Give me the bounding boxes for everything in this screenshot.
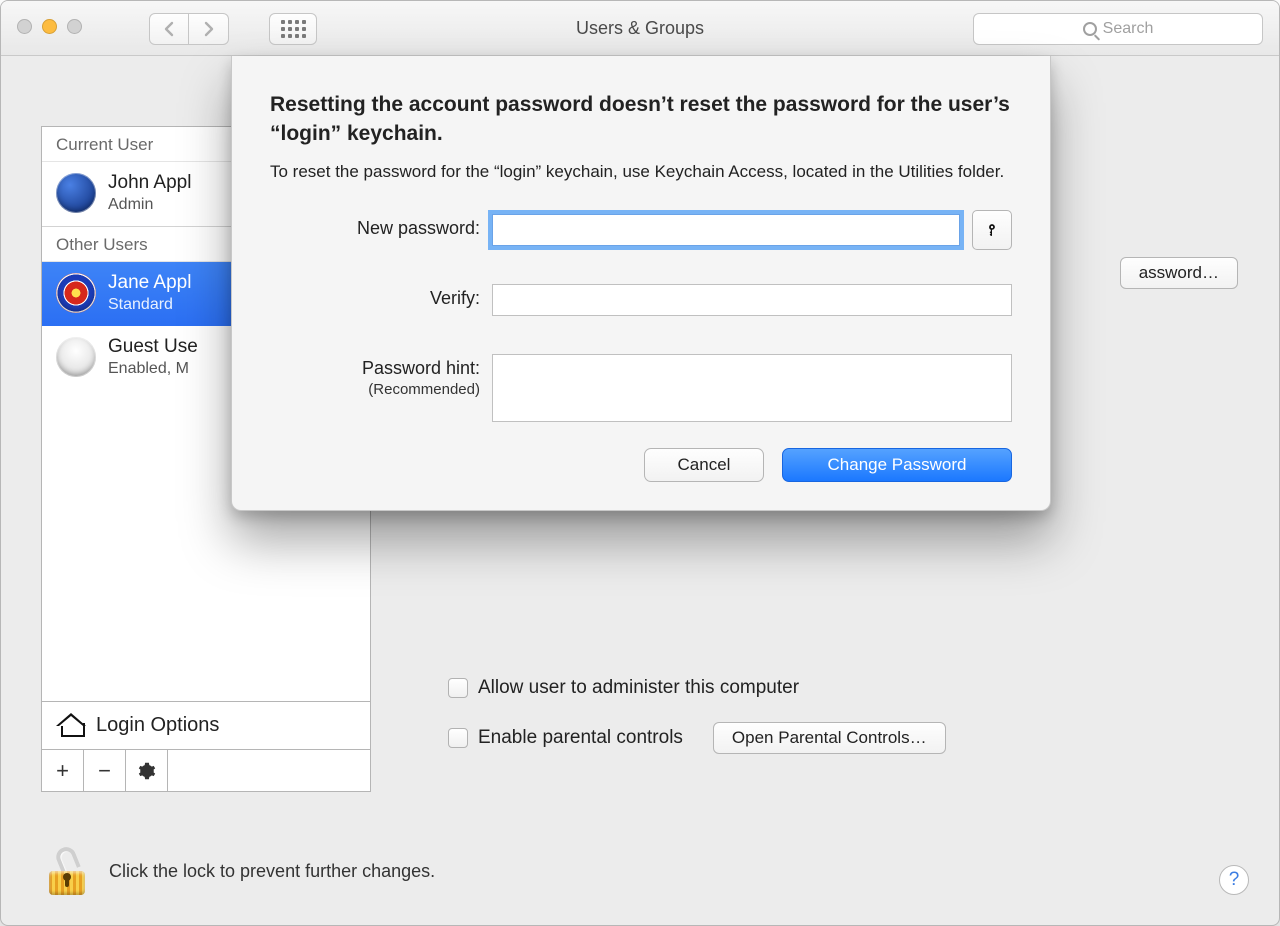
sheet-subtitle: To reset the password for the “login” ke…	[270, 159, 1012, 185]
admin-checkbox[interactable]	[448, 678, 468, 698]
remove-user-button[interactable]: −	[84, 750, 126, 791]
add-user-button[interactable]: +	[42, 750, 84, 791]
sidebar-item-name: Guest Use	[108, 336, 198, 359]
hint-input[interactable]	[492, 354, 1012, 422]
login-options-row[interactable]: Login Options	[42, 701, 370, 749]
sidebar-toolbar: + −	[42, 749, 370, 791]
avatar-target-icon	[56, 273, 96, 313]
new-password-input[interactable]	[492, 214, 960, 246]
hint-label-text: Password hint:	[362, 358, 480, 378]
avatar-guest-icon	[56, 337, 96, 377]
user-actions-button[interactable]	[126, 750, 168, 791]
verify-input[interactable]	[492, 284, 1012, 316]
sidebar-item-role: Enabled, M	[108, 359, 198, 378]
reset-password-button[interactable]: assword…	[1120, 257, 1238, 289]
lock-row-text: Click the lock to prevent further change…	[109, 861, 435, 882]
titlebar: Users & Groups Search	[1, 1, 1279, 56]
password-generator-button[interactable]	[972, 210, 1012, 250]
hint-label: Password hint: (Recommended)	[270, 354, 480, 398]
search-icon	[1083, 22, 1097, 36]
login-options-label: Login Options	[96, 714, 219, 737]
parental-checkbox[interactable]	[448, 728, 468, 748]
parental-checkbox-label: Enable parental controls	[478, 727, 683, 749]
admin-checkbox-label: Allow user to administer this computer	[478, 677, 799, 699]
change-password-button[interactable]: Change Password	[782, 448, 1012, 482]
hint-row: Password hint: (Recommended)	[270, 354, 1012, 422]
admin-checkbox-row: Allow user to administer this computer	[448, 677, 799, 699]
preferences-window: Users & Groups Search assword… Allow use…	[0, 0, 1280, 926]
new-password-label: New password:	[270, 214, 480, 239]
verify-password-row: Verify:	[270, 284, 1012, 316]
sidebar-item-name: Jane Appl	[108, 272, 191, 295]
lock-row: Click the lock to prevent further change…	[49, 847, 435, 895]
help-button[interactable]: ?	[1219, 865, 1249, 895]
parental-checkbox-row: Enable parental controls Open Parental C…	[448, 722, 946, 754]
sheet-title: Resetting the account password doesn’t r…	[270, 90, 1012, 149]
sheet-button-row: Cancel Change Password	[270, 448, 1012, 482]
gear-icon	[138, 762, 156, 780]
lock-open-icon[interactable]	[49, 847, 85, 895]
search-input[interactable]: Search	[973, 13, 1263, 45]
reset-password-sheet: Resetting the account password doesn’t r…	[231, 56, 1051, 511]
home-icon	[58, 715, 84, 737]
verify-label: Verify:	[270, 284, 480, 309]
new-password-row: New password:	[270, 214, 1012, 250]
search-placeholder: Search	[1103, 20, 1154, 38]
hint-label-rec: (Recommended)	[270, 381, 480, 398]
sidebar-item-role: Admin	[108, 195, 191, 214]
key-icon	[985, 223, 999, 237]
sidebar-item-name: John Appl	[108, 172, 191, 195]
open-parental-controls-button[interactable]: Open Parental Controls…	[713, 722, 946, 754]
cancel-button[interactable]: Cancel	[644, 448, 764, 482]
avatar-earth-icon	[56, 173, 96, 213]
sidebar-item-role: Standard	[108, 295, 191, 314]
